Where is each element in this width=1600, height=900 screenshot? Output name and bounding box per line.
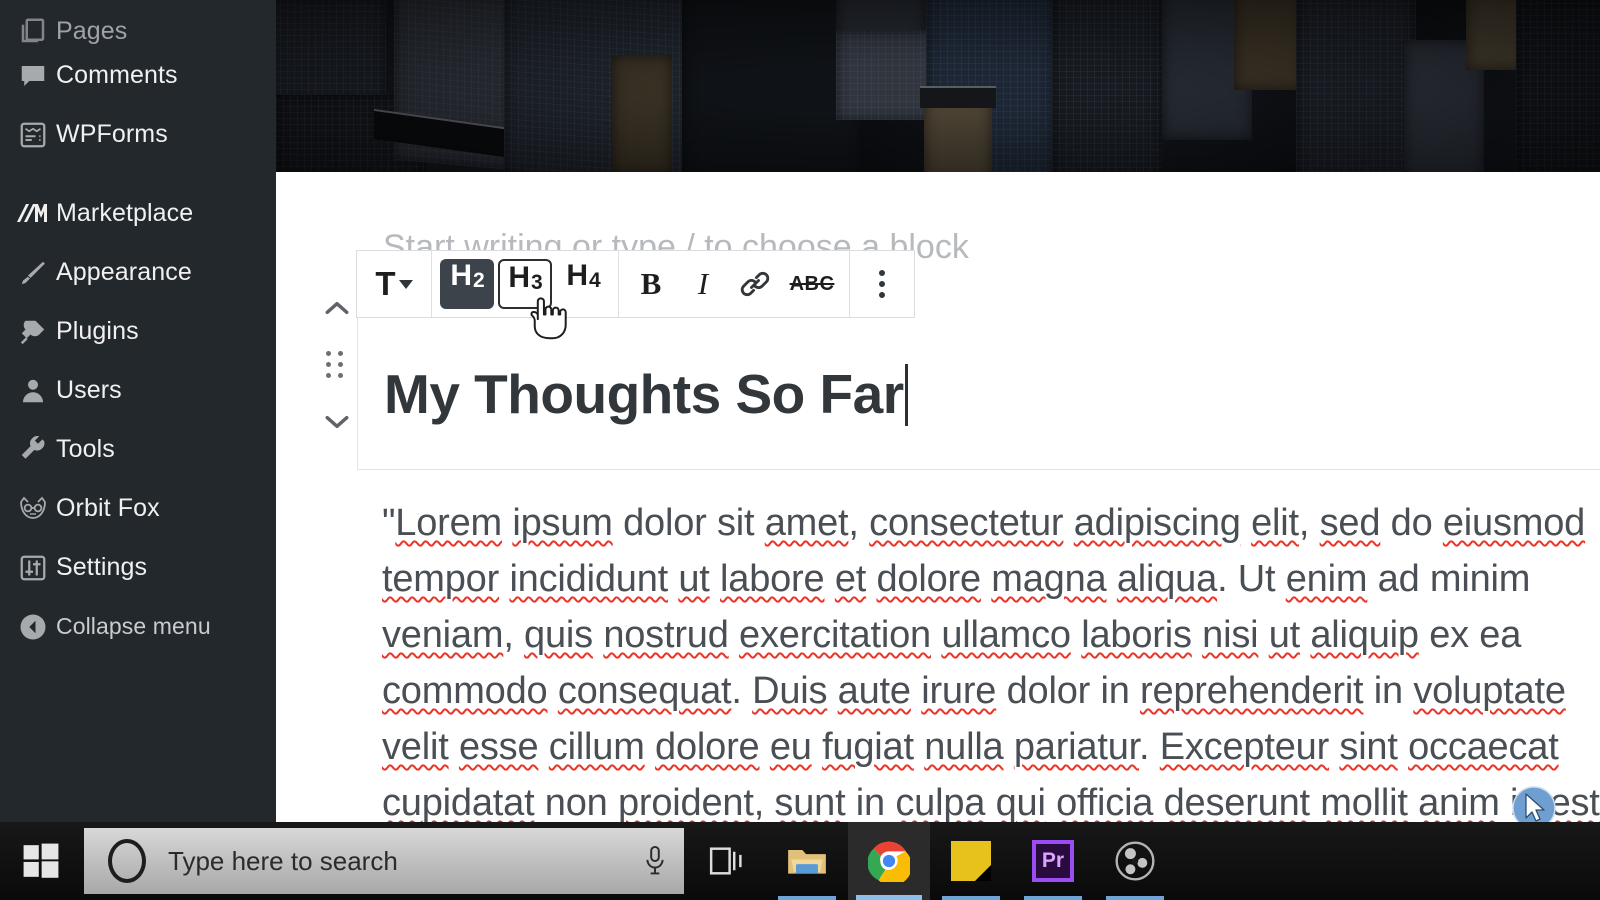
orbitfox-icon xyxy=(10,494,56,524)
move-down-icon[interactable] xyxy=(324,414,350,430)
sidebar-item-comments[interactable]: Comments xyxy=(0,46,276,105)
screen-root: Pages Comments WPForms Marketplace Appea… xyxy=(0,0,1600,900)
wrench-icon xyxy=(10,435,56,465)
chrome-icon xyxy=(868,841,910,882)
task-view-icon xyxy=(709,847,742,875)
plug-icon xyxy=(10,317,56,347)
move-up-icon[interactable] xyxy=(324,300,350,316)
sidebar-item-label: Tools xyxy=(56,435,115,463)
windows-taskbar: Type here to search Pr xyxy=(0,822,1600,900)
sidebar-item-orbit-fox[interactable]: Orbit Fox xyxy=(0,479,276,538)
app-running-indicator xyxy=(942,896,1000,900)
heading-h2-label: H xyxy=(450,259,472,292)
paragraph-block[interactable]: "Lorem ipsum dolor sit amet, consectetur… xyxy=(382,495,1600,822)
paintbrush-icon xyxy=(10,258,56,288)
taskbar-search-box[interactable]: Type here to search xyxy=(84,828,684,894)
file-explorer-icon xyxy=(788,850,826,874)
sidebar-item-wpforms[interactable]: WPForms xyxy=(0,105,276,164)
bold-button[interactable]: B xyxy=(625,251,677,317)
collapse-arrow-icon xyxy=(10,612,56,642)
sliders-icon xyxy=(10,553,56,583)
sidebar-item-label: Pages xyxy=(56,17,128,45)
strikethrough-label: ABC xyxy=(789,272,835,295)
block-editor-canvas: Start writing or type / to choose a bloc… xyxy=(276,0,1600,822)
sidebar-item-marketplace[interactable]: Marketplace xyxy=(0,184,276,243)
toolbar-group-more xyxy=(850,251,914,317)
obs-studio-icon xyxy=(1115,841,1155,881)
collapse-menu-label: Collapse menu xyxy=(56,613,211,639)
link-icon xyxy=(740,271,770,297)
heading-h4-label: H xyxy=(566,259,588,292)
app-running-indicator xyxy=(1024,896,1082,900)
drag-handle-icon[interactable] xyxy=(326,350,348,380)
windows-logo-icon xyxy=(23,843,59,878)
wp-admin-sidebar: Pages Comments WPForms Marketplace Appea… xyxy=(0,0,276,822)
start-button[interactable] xyxy=(0,822,82,900)
heading-h2-button[interactable]: H2 xyxy=(440,259,494,309)
sidebar-item-pages[interactable]: Pages xyxy=(0,0,276,46)
sidebar-item-label: WPForms xyxy=(56,120,168,148)
sidebar-item-settings[interactable]: Settings xyxy=(0,538,276,597)
sidebar-item-label: Orbit Fox xyxy=(56,494,160,522)
heading-h2-level: 2 xyxy=(472,269,485,292)
premiere-pro-icon: Pr xyxy=(1032,840,1074,882)
taskbar-app-task-view[interactable] xyxy=(684,822,766,900)
block-mover-gutter xyxy=(316,300,358,430)
app-running-indicator xyxy=(1106,896,1164,900)
sticky-notes-icon xyxy=(951,841,991,881)
sidebar-item-label: Marketplace xyxy=(56,199,194,227)
taskbar-app-obs-studio[interactable] xyxy=(1094,822,1176,900)
paragraph-text: "Lorem ipsum dolor sit amet, consectetur… xyxy=(382,502,1600,822)
link-button[interactable] xyxy=(729,251,781,317)
app-running-indicator xyxy=(778,896,836,900)
taskbar-app-file-explorer[interactable] xyxy=(766,822,848,900)
paragraph-type-label: T xyxy=(375,265,396,302)
paragraph-type-button[interactable]: T xyxy=(363,251,425,317)
sidebar-item-label: Plugins xyxy=(56,317,139,345)
taskbar-app-premiere-pro[interactable]: Pr xyxy=(1012,822,1094,900)
toolbar-group-headings: H2 H3 H4 xyxy=(432,251,619,317)
marketplace-icon xyxy=(10,199,56,229)
sidebar-item-label: Comments xyxy=(56,61,178,89)
cortana-icon xyxy=(108,839,146,883)
sidebar-item-plugins[interactable]: Plugins xyxy=(0,302,276,361)
sidebar-item-tools[interactable]: Tools xyxy=(0,420,276,479)
pages-icon xyxy=(10,16,56,46)
user-icon xyxy=(10,376,56,406)
block-toolbar: T H2 H3 H4 B I ABC xyxy=(356,250,915,318)
italic-label: I xyxy=(697,266,709,301)
heading-h3-level: 3 xyxy=(530,271,543,294)
taskbar-app-sticky-notes[interactable] xyxy=(930,822,1012,900)
text-caret xyxy=(904,363,908,426)
more-options-button[interactable] xyxy=(856,251,908,317)
sidebar-item-label: Settings xyxy=(56,553,148,581)
sidebar-item-label: Appearance xyxy=(56,258,192,286)
heading-block[interactable]: My Thoughts So Far xyxy=(357,318,1600,470)
toolbar-group-block-type: T xyxy=(357,251,432,317)
featured-image-banner xyxy=(276,0,1600,172)
sidebar-item-label: Users xyxy=(56,376,122,404)
heading-block-text-wrapper[interactable]: My Thoughts So Far xyxy=(358,362,908,426)
taskbar-app-google-chrome[interactable] xyxy=(848,822,930,900)
wpforms-icon xyxy=(10,120,56,150)
toolbar-group-formatting: B I ABC xyxy=(619,251,850,317)
heading-h4-button[interactable]: H4 xyxy=(556,259,610,309)
heading-block-text: My Thoughts So Far xyxy=(384,362,904,425)
strikethrough-button[interactable]: ABC xyxy=(781,251,843,317)
microphone-icon[interactable] xyxy=(642,844,668,878)
more-options-icon xyxy=(879,270,885,298)
heading-h3-label: H xyxy=(508,261,530,294)
sidebar-item-appearance[interactable]: Appearance xyxy=(0,243,276,302)
italic-button[interactable]: I xyxy=(677,251,729,317)
app-active-indicator xyxy=(856,895,922,900)
sidebar-item-users[interactable]: Users xyxy=(0,361,276,420)
heading-h4-level: 4 xyxy=(588,269,601,292)
heading-h3-button[interactable]: H3 xyxy=(498,259,552,309)
chevron-down-icon xyxy=(398,279,413,289)
search-input-placeholder: Type here to search xyxy=(168,845,398,876)
bold-label: B xyxy=(640,266,662,301)
comments-icon xyxy=(10,61,56,91)
sidebar-collapse-menu[interactable]: Collapse menu xyxy=(0,597,276,656)
sidebar-separator xyxy=(0,164,276,184)
